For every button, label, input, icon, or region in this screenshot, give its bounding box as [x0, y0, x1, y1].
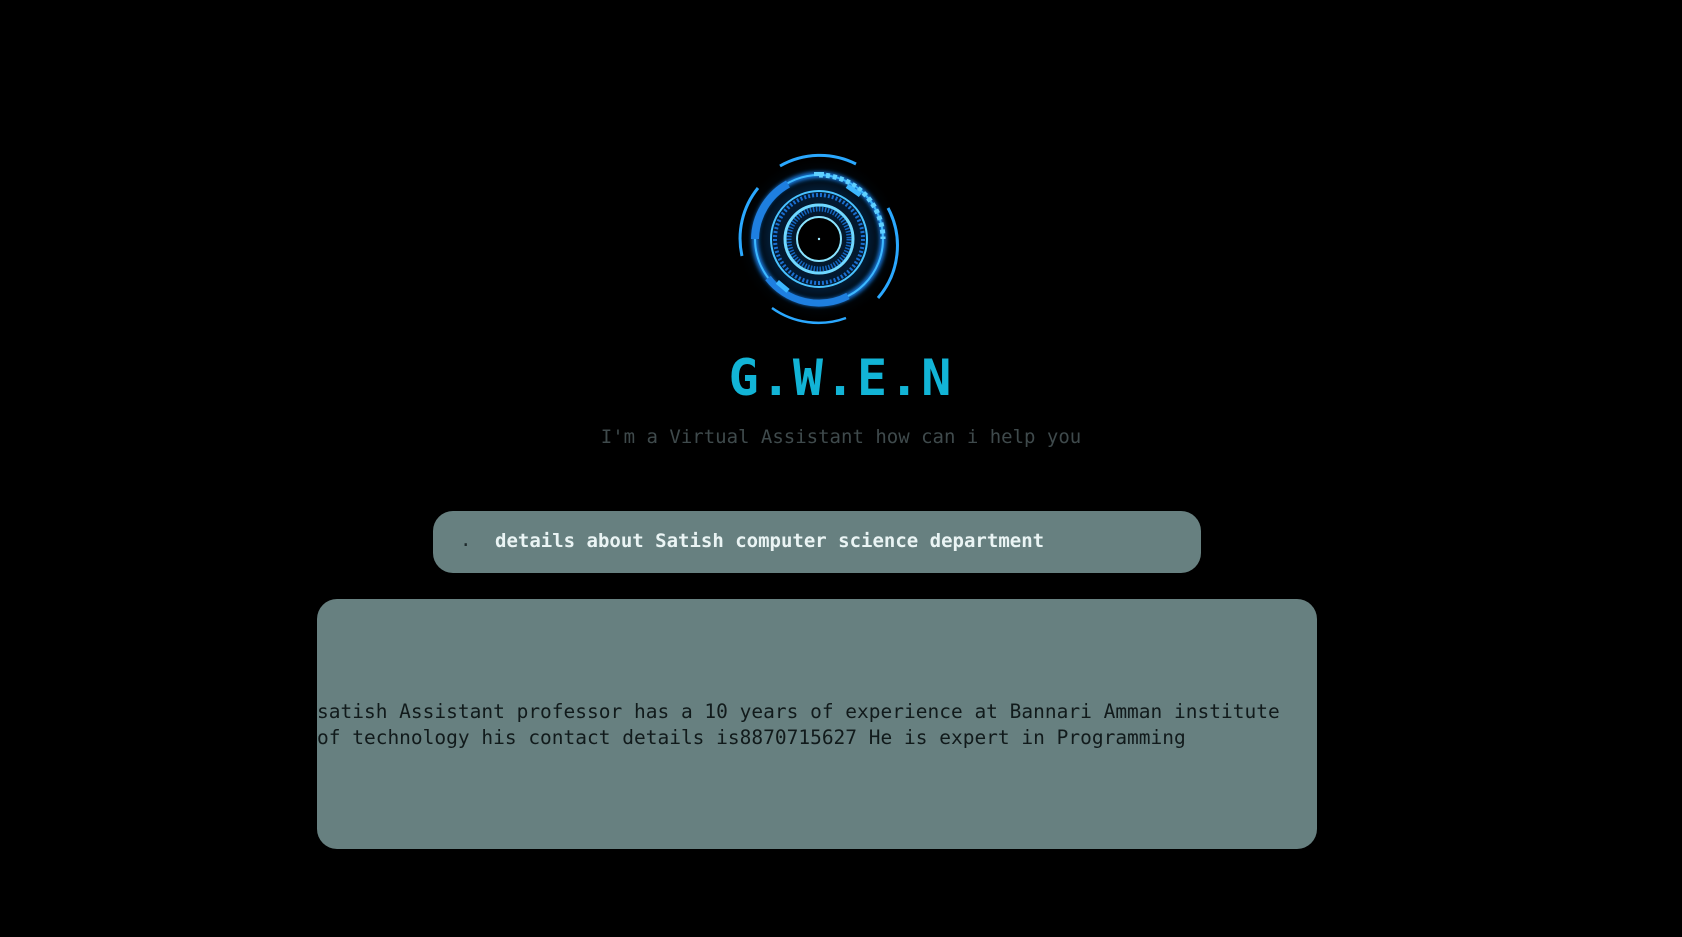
- query-indicator: .: [460, 529, 472, 551]
- app-subtitle: I'm a Virtual Assistant how can i help y…: [600, 426, 1082, 448]
- hud-eye-ring-icon: [728, 148, 910, 330]
- app-title: G.W.E.N: [728, 349, 954, 407]
- user-query-bubble: . details about Satish computer science …: [433, 511, 1201, 573]
- assistant-response-text: satish Assistant professor has a 10 year…: [317, 700, 1280, 749]
- user-query-text: details about Satish computer science de…: [495, 530, 1045, 552]
- assistant-response-box: satish Assistant professor has a 10 year…: [317, 599, 1317, 849]
- assistant-app: G.W.E.N I'm a Virtual Assistant how can …: [0, 0, 1682, 937]
